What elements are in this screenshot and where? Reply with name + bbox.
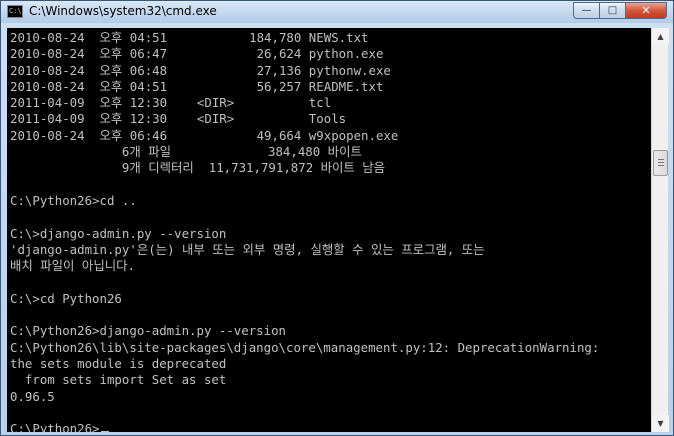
console-line: C:\Python26> (10, 421, 599, 432)
vertical-scrollbar[interactable]: ▲ ▼ (651, 28, 669, 432)
console-line: the sets module is deprecated (10, 355, 227, 371)
console-line: 2011-04-09 오후 12:30 <DIR> tcl (10, 95, 332, 111)
maximize-icon: □ (607, 5, 618, 16)
console-line: 2010-08-24 오후 06:46 49,664 w9xpopen.exe (10, 127, 399, 143)
console-line: 6개 파일 384,480 바이트 (10, 144, 362, 160)
grip-line (658, 159, 664, 160)
window-controls: — □ ✕ (573, 2, 667, 19)
minimize-button[interactable]: — (573, 2, 599, 19)
close-icon: ✕ (641, 4, 651, 17)
scroll-down-button[interactable]: ▼ (652, 415, 669, 432)
title-bar[interactable]: C:\ C:\Windows\system32\cmd.exe — □ ✕ (1, 1, 673, 23)
cmd-app-icon[interactable]: C:\ (7, 5, 23, 18)
console-line: 2010-08-24 오후 04:51 56,257 README.txt (10, 78, 384, 94)
console-line: C:\Python26\lib\site-packages\django\cor… (10, 339, 600, 355)
console-line: 9개 디렉터리 11,731,791,872 바이트 남음 (10, 160, 386, 176)
minimize-icon: — (581, 5, 592, 16)
console-line: C:\Python26>cd .. (10, 192, 137, 208)
console-line: 2010-08-24 오후 04:51 184,780 NEWS.txt (10, 30, 369, 45)
scroll-up-button[interactable]: ▲ (652, 28, 669, 45)
console-lines: 2010-08-24 오후 04:51 184,780 NEWS.txt 2010… (10, 30, 599, 432)
console-line: 2010-08-24 오후 06:48 27,136 pythonw.exe (10, 62, 391, 78)
up-arrow-icon: ▲ (657, 32, 664, 41)
scroll-thumb[interactable] (653, 150, 668, 176)
console-line: C:\>cd Python26 (10, 290, 122, 306)
grip-line (658, 165, 664, 166)
cmd-window: C:\ C:\Windows\system32\cmd.exe — □ ✕ 20… (0, 0, 674, 436)
console-output[interactable]: 2010-08-24 오후 04:51 184,780 NEWS.txt 2010… (7, 28, 651, 432)
window-title: C:\Windows\system32\cmd.exe (29, 4, 217, 18)
maximize-button[interactable]: □ (599, 2, 625, 19)
grip-line (658, 162, 664, 163)
close-button[interactable]: ✕ (625, 2, 667, 19)
console-line: C:\>django-admin.py --version (10, 225, 227, 241)
console-line: 0.96.5 (10, 388, 55, 404)
console-line: 'django-admin.py'은(는) 내부 또는 외부 명령, 실행할 수… (10, 241, 485, 257)
text-cursor (100, 431, 109, 432)
console-line: 2010-08-24 오후 06:47 26,624 python.exe (10, 46, 384, 62)
console-line: 배치 파일이 아닙니다. (10, 258, 135, 274)
console-line: 2011-04-09 오후 12:30 <DIR> Tools (10, 111, 347, 127)
console-line: from sets import Set as set (10, 372, 227, 388)
console-line: C:\Python26>django-admin.py --version (10, 323, 287, 339)
down-arrow-icon: ▼ (657, 419, 664, 428)
